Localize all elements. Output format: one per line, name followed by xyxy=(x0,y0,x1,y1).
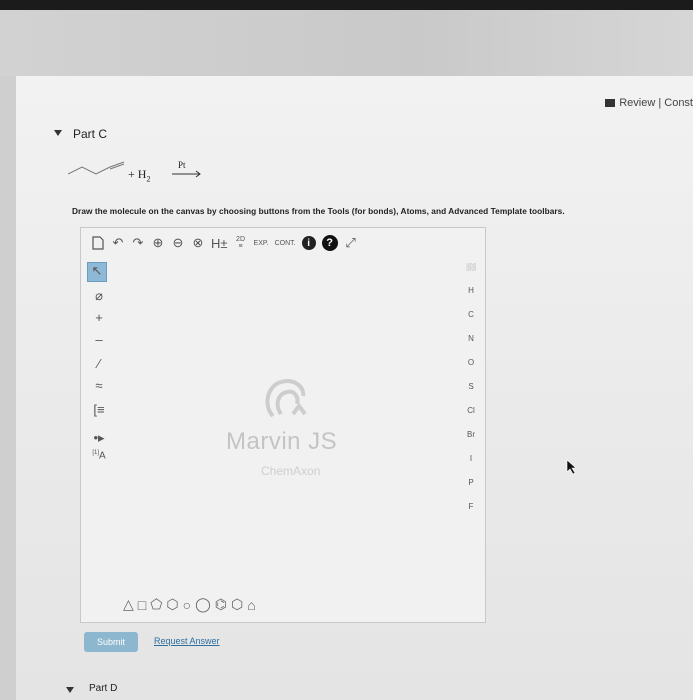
triangle-template-icon[interactable]: △ xyxy=(123,596,134,613)
part-c-collapse-icon[interactable] xyxy=(54,130,62,136)
submit-button[interactable]: Submit xyxy=(84,632,138,652)
marvin-logo-icon xyxy=(265,379,307,418)
part-c-title[interactable]: Part C xyxy=(73,127,107,141)
template-library-icon[interactable]: ⌂ xyxy=(247,597,255,613)
atom-f[interactable]: F xyxy=(457,502,485,511)
reaction-catalyst: Pt xyxy=(178,160,186,170)
marvin-editor: ↶ ↷ ⊕ ⊖ ⊗ H± 2D ≡ EXP. CONT. i ? ⤢ ↖ ⌀ + … xyxy=(80,227,486,623)
atom-i[interactable]: I xyxy=(457,454,485,463)
clear-icon[interactable]: ⊗ xyxy=(191,233,205,253)
zoom-out-icon[interactable]: ⊖ xyxy=(171,233,185,253)
instruction-text: Draw the molecule on the canvas by choos… xyxy=(72,206,565,216)
pentagon-template-icon[interactable]: ⬠ xyxy=(150,596,162,613)
zoom-in-icon[interactable]: ⊕ xyxy=(151,233,165,253)
atom-br[interactable]: Br xyxy=(457,430,485,439)
charge-plus-button[interactable]: + xyxy=(89,310,109,325)
hydrogen-toggle-button[interactable]: H± xyxy=(211,233,228,253)
chemaxon-watermark: ChemAxon xyxy=(261,464,321,478)
text-tool-charge-label: [1] xyxy=(92,450,99,456)
chain-tool-icon[interactable]: ≈ xyxy=(89,378,109,393)
reaction-reagent: + H2 xyxy=(128,167,151,184)
fullscreen-icon[interactable]: ⤢ xyxy=(344,233,358,253)
contract-button[interactable]: CONT. xyxy=(275,233,296,253)
cyclohexane-chair-icon[interactable]: ⬡ xyxy=(231,596,243,613)
select-tool-icon[interactable]: ↖ xyxy=(87,262,107,282)
bracket-tool-icon[interactable]: [≡ xyxy=(89,402,109,417)
atom-p[interactable]: P xyxy=(457,478,485,487)
periodic-table-icon[interactable]: ░░ xyxy=(457,264,485,271)
mouse-cursor-icon xyxy=(566,459,577,475)
undo-icon[interactable]: ↶ xyxy=(111,233,125,253)
help-icon[interactable]: ? xyxy=(321,235,338,251)
atom-o[interactable]: O xyxy=(457,358,485,367)
eraser-icon[interactable]: ⌀ xyxy=(89,288,109,304)
2d-clean-button[interactable]: 2D ≡ xyxy=(234,233,248,253)
top-toolbar: ↶ ↷ ⊕ ⊖ ⊗ H± 2D ≡ EXP. CONT. i ? ⤢ xyxy=(81,228,485,258)
atom-c[interactable]: C xyxy=(457,310,485,319)
info-icon[interactable]: i xyxy=(301,236,316,250)
benzene-template-icon[interactable]: ⌬ xyxy=(215,596,227,613)
template-toolbar: △ □ ⬠ ⬡ ○ ◯ ⌬ ⬡ ⌂ xyxy=(123,596,256,613)
marvin-js-watermark: Marvin JS xyxy=(226,428,338,455)
charge-minus-button[interactable]: – xyxy=(89,332,109,347)
heptagon-template-icon[interactable]: ○ xyxy=(183,597,191,613)
new-document-icon[interactable] xyxy=(91,233,105,253)
review-icon xyxy=(605,99,616,107)
atom-s[interactable]: S xyxy=(457,382,485,391)
redo-icon[interactable]: ↷ xyxy=(131,233,145,253)
background-band xyxy=(0,10,693,76)
single-bond-icon[interactable]: ∕ xyxy=(89,356,109,371)
expand-button[interactable]: EXP. xyxy=(254,233,269,253)
text-tool-button[interactable]: [1]A xyxy=(89,450,109,461)
hexagon-template-icon[interactable]: ⬡ xyxy=(166,596,178,613)
left-toolbar: ↖ ⌀ + – ∕ ≈ [≡ •▸ [1]A xyxy=(81,258,111,598)
2d-hash-icon: ≡ xyxy=(238,243,243,250)
reaction-arrow-tool-icon[interactable]: •▸ xyxy=(89,430,109,446)
part-d-title[interactable]: Part D xyxy=(89,683,117,694)
atom-cl[interactable]: Cl xyxy=(457,406,485,415)
review-label: Review | Const xyxy=(619,97,693,109)
top-bar xyxy=(0,0,693,10)
text-tool-label: A xyxy=(99,450,106,462)
atom-h[interactable]: H xyxy=(457,286,485,295)
square-template-icon[interactable]: □ xyxy=(138,597,146,613)
part-d-collapse-icon[interactable] xyxy=(66,687,74,693)
octagon-template-icon[interactable]: ◯ xyxy=(195,596,211,613)
review-link[interactable]: Review | Const xyxy=(605,97,693,109)
2d-label: 2D xyxy=(236,236,245,243)
request-answer-link[interactable]: Request Answer xyxy=(154,636,220,646)
atom-n[interactable]: N xyxy=(457,334,485,343)
reaction-equation: + H2 Pt xyxy=(68,160,218,190)
